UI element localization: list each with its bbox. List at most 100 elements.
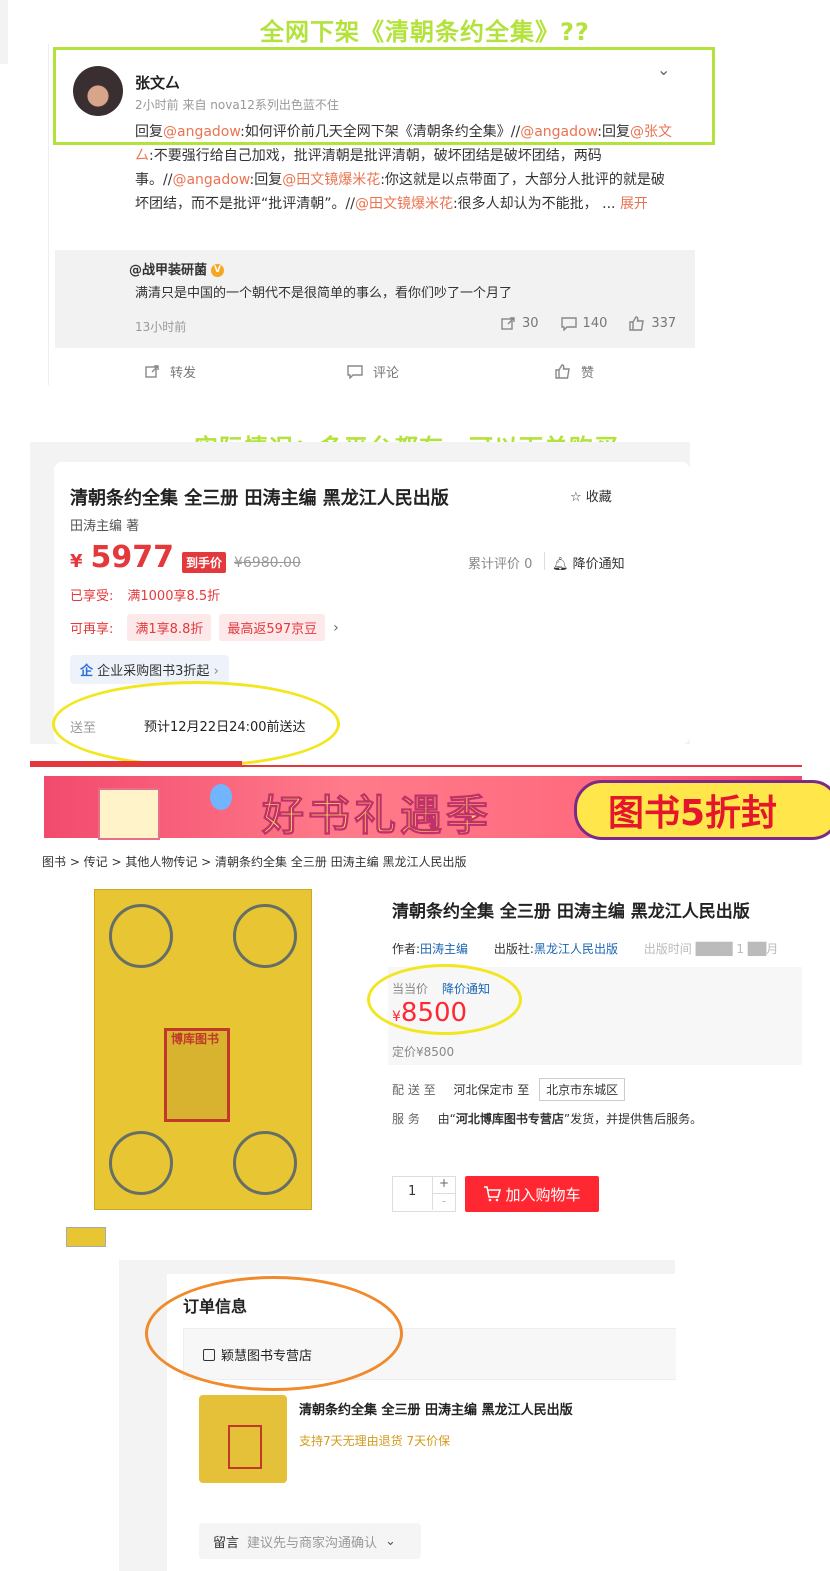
red-divider-accent [30,761,242,765]
favorite-button[interactable]: ☆ 收藏 [570,486,612,505]
jd-product-title: 清朝条约全集 全三册 田涛主编 黑龙江人民出版 [70,488,449,509]
promo-chip[interactable]: 满1享8.8折 [127,614,212,641]
order-item-seal [228,1425,262,1469]
mention-link[interactable]: @田文镜爆米花 [355,196,453,212]
publisher-link[interactable]: 黑龙江人民出版 [534,942,618,956]
comment-button[interactable]: 评论 [347,362,399,381]
promo-chip[interactable]: 最高返597京豆 [219,614,326,641]
enjoyed-label: 已享受: [70,589,114,604]
enterprise-icon: 企 [80,664,94,679]
annotation-orange-ellipse [145,1276,403,1391]
message-dropdown[interactable]: 留言 建议先与商家沟通确认 ⌄ [199,1523,421,1559]
banner-pill-text: 图书5折封 [608,793,778,834]
repost-icon [501,317,515,330]
red-divider [30,765,802,767]
quoted-like[interactable]: 337 [629,316,676,331]
comment-label: 评论 [373,366,400,381]
repost-count: 30 [522,316,539,331]
repost-label: 转发 [170,366,197,381]
caption-top: 全网下架《清朝条约全集》?? [260,18,590,46]
ship-label: 配 送 至 [392,1083,436,1097]
add-to-cart-label: 加入购物车 [505,1185,581,1204]
annotation-yellow-ellipse [52,681,340,767]
annotation-green-box [53,47,715,145]
breadcrumb[interactable]: 图书 > 传记 > 其他人物传记 > 清朝条约全集 全三册 田涛主编 黑龙江人民… [42,853,467,870]
quantity-plus-button[interactable]: + [432,1176,455,1194]
ship-from: 河北保定市 至 [453,1083,530,1097]
currency-symbol: ¥ [70,551,83,572]
verified-badge-icon: V [211,264,225,277]
author-link[interactable]: 田涛主编 [420,942,468,956]
order-item-guarantee: 支持7天无理由退货 7天价保 [299,1434,451,1448]
dd-shipping: 配 送 至 河北保定市 至 北京市东城区 [392,1078,626,1101]
service-label: 服 务 [392,1112,420,1126]
balloon-icon [210,784,232,810]
enjoyed-promo: 已享受: 满1000享8.5折 [70,585,220,604]
chevron-right-icon: › [213,664,219,679]
quoted-time: 13小时前 [135,320,187,334]
jd-price: 5977 [90,540,175,575]
quantity-input[interactable]: 1 [408,1184,416,1199]
enjoyed-value: 满1000享8.5折 [127,589,221,604]
comment-count: 140 [582,316,608,331]
like-icon [555,364,570,379]
repost-button[interactable]: 转发 [145,362,196,381]
mention-link[interactable]: @田文镜爆米花 [282,172,380,188]
body-text-7: :很多人却认为不能批， ... [452,196,616,212]
dragon-motif [109,1131,173,1195]
quoted-text: 满清只是中国的一个朝代不是很简单的事么，看你们吵了一个月了 [135,286,513,301]
comment-icon [347,365,363,379]
like-count: 337 [651,316,677,331]
price-notify-button[interactable]: 🔔︎ 降价通知 [552,553,625,572]
cart-icon [484,1186,502,1202]
expand-link[interactable]: 展开 [620,196,648,212]
star-icon: ☆ [570,490,582,505]
quoted-repost[interactable]: 30 [501,316,539,331]
left-edge-strip [0,0,8,64]
service-text-2: ”发货，并提供售后服务。 [563,1112,703,1126]
quoted-author[interactable]: @战甲装研菌 V [129,259,225,278]
banner-title: 好书礼遇季 [261,791,493,841]
dd-service: 服 务 由“河北博库图书专营店”发货，并提供售后服务。 [392,1110,702,1127]
review-count[interactable]: 累计评价 0 [468,553,532,572]
dragon-motif [233,904,297,968]
blurred-info: 出版时间 ████ 1 ██月 [643,942,779,956]
like-button[interactable]: 赞 [555,362,594,381]
service-text-1: 由“ [437,1112,456,1126]
message-placeholder: 建议先与商家沟通确认 [247,1535,378,1551]
jd-price-row: ¥5977 到手价 ¥6980.00 [70,540,301,575]
repost-icon [145,365,159,378]
chevron-down-icon: ⌄ [385,1533,396,1549]
dragon-motif [233,1131,297,1195]
more-promo: 可再享: 满1享8.8折 最高返597京豆 › [70,614,339,641]
cover-seal-text: 博库图书 [170,1032,219,1046]
gift-box-icon [98,788,160,840]
service-shop-link[interactable]: 河北博库图书专营店 [456,1112,564,1126]
enterprise-label: 企业采购图书3折起 [97,664,210,679]
favorite-label: 收藏 [585,490,612,505]
enterprise-purchase-link[interactable]: 企 企业采购图书3折起 › [70,655,229,684]
comment-icon [560,317,577,331]
body-text-5: :回复 [249,172,283,188]
quoted-stats: 30 140 337 [501,316,676,331]
ship-to-select[interactable]: 北京市东城区 [539,1078,626,1101]
dd-product-title: 清朝条约全集 全三册 田涛主编 黑龙江人民出版 [392,902,750,922]
annotation-yellow-ellipse [367,964,522,1035]
order-item-title[interactable]: 清朝条约全集 全三册 田涛主编 黑龙江人民出版 [299,1399,573,1418]
add-to-cart-button[interactable]: 加入购物车 [465,1176,599,1212]
more-label: 可再享: [70,622,114,637]
cover-thumbnail[interactable] [66,1227,106,1247]
quoted-author-name[interactable]: @战甲装研菌 [129,263,207,278]
original-price: ¥6980.00 [234,555,301,571]
message-label: 留言 [213,1535,240,1551]
dd-list-price: 定价¥8500 [392,1045,455,1059]
price-notify-label: 降价通知 [572,557,625,572]
like-icon [629,316,645,331]
publisher-label: 出版社: [493,942,534,956]
mention-link[interactable]: @angadow [172,172,249,188]
quoted-comment[interactable]: 140 [560,316,608,331]
divider [544,552,545,570]
dragon-motif [109,904,173,968]
chevron-right-icon[interactable]: › [333,620,339,636]
quantity-minus-button[interactable]: - [432,1194,455,1210]
